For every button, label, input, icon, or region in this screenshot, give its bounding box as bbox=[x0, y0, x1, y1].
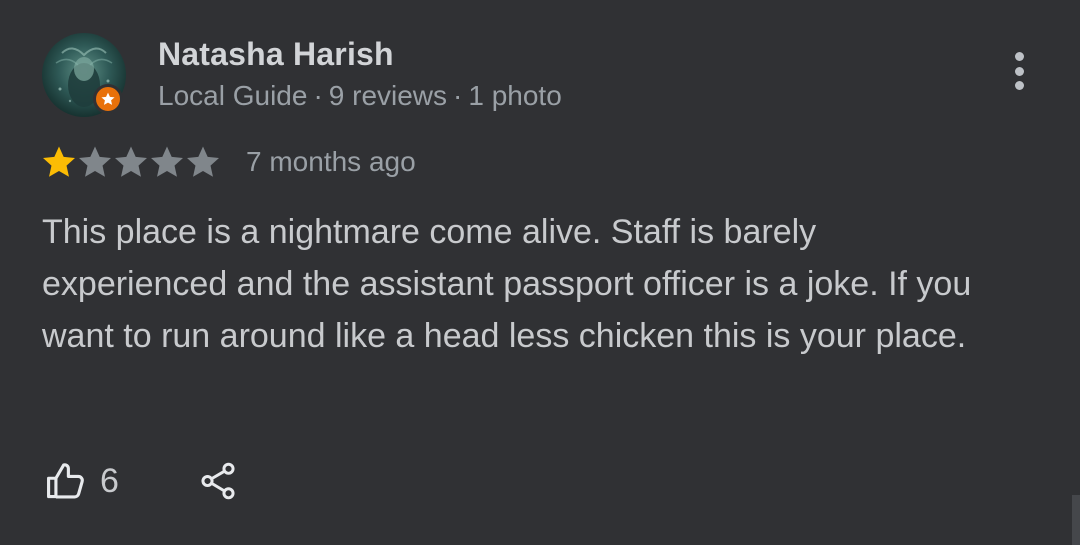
thumbs-up-icon bbox=[47, 463, 84, 499]
review-time: 7 months ago bbox=[246, 146, 416, 177]
star-rating bbox=[40, 143, 220, 181]
scrollbar-thumb[interactable] bbox=[1072, 495, 1080, 545]
star-empty-icon bbox=[187, 146, 219, 177]
share-button[interactable] bbox=[197, 460, 239, 502]
review-actions: 6 bbox=[44, 456, 239, 506]
review-card: Natasha Harish Local Guide · 9 reviews · 1 p… bbox=[0, 0, 1080, 545]
more-vert-dot bbox=[1014, 81, 1024, 90]
rating-row: 7 months ago bbox=[40, 142, 416, 182]
local-guide-label: Local Guide bbox=[158, 80, 308, 111]
like-count: 6 bbox=[100, 461, 119, 500]
star-badge-icon bbox=[101, 92, 115, 105]
share-icon bbox=[201, 462, 235, 500]
meta-separator: · bbox=[313, 80, 323, 111]
more-options-button[interactable] bbox=[1003, 48, 1035, 94]
star-filled-icon bbox=[43, 146, 75, 177]
meta-separator: · bbox=[453, 80, 463, 111]
photo-count: 1 photo bbox=[468, 80, 562, 111]
review-count: 9 reviews bbox=[328, 80, 448, 111]
review-text: This place is a nightmare come alive. St… bbox=[42, 213, 972, 355]
more-vert-dot bbox=[1014, 66, 1024, 76]
star-empty-icon bbox=[79, 146, 111, 177]
reviewer-name[interactable]: Natasha Harish bbox=[158, 36, 394, 73]
star-empty-icon bbox=[115, 146, 147, 177]
like-button[interactable]: 6 bbox=[44, 459, 119, 503]
star-empty-icon bbox=[151, 146, 183, 177]
local-guide-badge-icon bbox=[93, 84, 123, 114]
reviewer-meta: Local Guide · 9 reviews · 1 photo bbox=[158, 80, 562, 112]
more-vert-icon bbox=[1014, 52, 1024, 61]
